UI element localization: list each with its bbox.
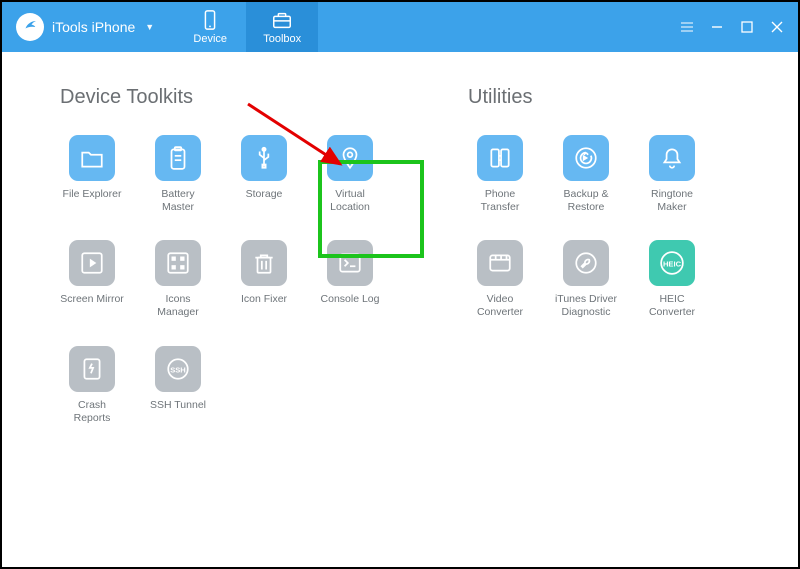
tool-label: Storage bbox=[246, 188, 283, 212]
tool-battery-master[interactable]: Battery Master bbox=[146, 135, 210, 214]
tab-toolbox-label: Toolbox bbox=[263, 33, 301, 45]
tool-label: Video Converter bbox=[468, 293, 532, 319]
tool-file-explorer[interactable]: File Explorer bbox=[60, 135, 124, 214]
tool-icon-fixer[interactable]: Icon Fixer bbox=[232, 240, 296, 319]
tool-itunes-diag[interactable]: iTunes Driver Diagnostic bbox=[554, 240, 618, 319]
tab-toolbox[interactable]: Toolbox bbox=[246, 2, 318, 52]
wrench-icon bbox=[563, 240, 609, 286]
tool-phone-transfer[interactable]: Phone Transfer bbox=[468, 135, 532, 214]
backup-icon bbox=[563, 135, 609, 181]
tool-ssh-tunnel[interactable]: SSH Tunnel bbox=[146, 346, 210, 425]
tool-label: Screen Mirror bbox=[60, 293, 124, 317]
ssh-icon bbox=[155, 346, 201, 392]
toolkits-heading: Device Toolkits bbox=[60, 86, 428, 109]
header-tabs: Device Toolbox bbox=[174, 2, 318, 52]
tool-heic-converter[interactable]: HEIC Converter bbox=[640, 240, 704, 319]
battery-icon bbox=[155, 135, 201, 181]
crash-icon bbox=[69, 346, 115, 392]
tool-console-log[interactable]: Console Log bbox=[318, 240, 382, 319]
app-window: iTools iPhone ▼ Device Toolbox Device To… bbox=[0, 0, 800, 569]
tool-storage[interactable]: Storage bbox=[232, 135, 296, 214]
tool-label: File Explorer bbox=[63, 188, 122, 212]
device-toolkits-section: Device Toolkits File Explorer Battery Mas… bbox=[60, 86, 428, 425]
close-button[interactable] bbox=[770, 20, 784, 34]
chevron-down-icon[interactable]: ▼ bbox=[145, 22, 154, 32]
trash-icon bbox=[241, 240, 287, 286]
tool-label: Backup & Restore bbox=[554, 188, 618, 214]
utilities-grid: Phone Transfer Backup & Restore Ringtone M… bbox=[468, 135, 748, 320]
play-icon bbox=[69, 240, 115, 286]
usb-icon bbox=[241, 135, 287, 181]
tool-label: Ringtone Maker bbox=[640, 188, 704, 214]
minimize-button[interactable] bbox=[710, 20, 724, 34]
transfer-icon bbox=[477, 135, 523, 181]
menu-button[interactable] bbox=[680, 20, 694, 34]
brand: iTools iPhone ▼ bbox=[2, 2, 168, 52]
tool-label: SSH Tunnel bbox=[150, 399, 206, 423]
content-area: Device Toolkits File Explorer Battery Mas… bbox=[2, 52, 798, 425]
tool-label: HEIC Converter bbox=[640, 293, 704, 319]
tool-screen-mirror[interactable]: Screen Mirror bbox=[60, 240, 124, 319]
window-controls bbox=[666, 2, 798, 52]
tool-label: Icon Fixer bbox=[241, 293, 287, 317]
phone-icon bbox=[199, 9, 221, 31]
heic-icon bbox=[649, 240, 695, 286]
folder-icon bbox=[69, 135, 115, 181]
tool-label: Battery Master bbox=[146, 188, 210, 214]
titlebar: iTools iPhone ▼ Device Toolbox bbox=[2, 2, 798, 52]
tool-label: Console Log bbox=[321, 293, 380, 317]
toolbox-icon bbox=[271, 9, 293, 31]
brand-name: iTools iPhone bbox=[52, 19, 135, 35]
toolkits-grid: File Explorer Battery Master Storage Virtua… bbox=[60, 135, 428, 425]
pin-icon bbox=[327, 135, 373, 181]
tool-label: Phone Transfer bbox=[468, 188, 532, 214]
tool-backup-restore[interactable]: Backup & Restore bbox=[554, 135, 618, 214]
console-icon bbox=[327, 240, 373, 286]
utilities-section: Utilities Phone Transfer Backup & Restore… bbox=[468, 86, 748, 425]
logo-icon bbox=[16, 13, 44, 41]
tool-crash-reports[interactable]: Crash Reports bbox=[60, 346, 124, 425]
tool-label: Crash Reports bbox=[60, 399, 124, 425]
utilities-heading: Utilities bbox=[468, 86, 748, 109]
tool-ringtone-maker[interactable]: Ringtone Maker bbox=[640, 135, 704, 214]
tool-label: iTunes Driver Diagnostic bbox=[554, 293, 618, 319]
gridicons-icon bbox=[155, 240, 201, 286]
tab-device[interactable]: Device bbox=[174, 2, 246, 52]
bell-icon bbox=[649, 135, 695, 181]
film-icon bbox=[477, 240, 523, 286]
tool-virtual-location[interactable]: Virtual Location bbox=[318, 135, 382, 214]
tab-device-label: Device bbox=[193, 33, 227, 45]
tool-label: Icons Manager bbox=[146, 293, 210, 319]
tool-label: Virtual Location bbox=[318, 188, 382, 214]
maximize-button[interactable] bbox=[740, 20, 754, 34]
tool-icons-manager[interactable]: Icons Manager bbox=[146, 240, 210, 319]
tool-video-converter[interactable]: Video Converter bbox=[468, 240, 532, 319]
